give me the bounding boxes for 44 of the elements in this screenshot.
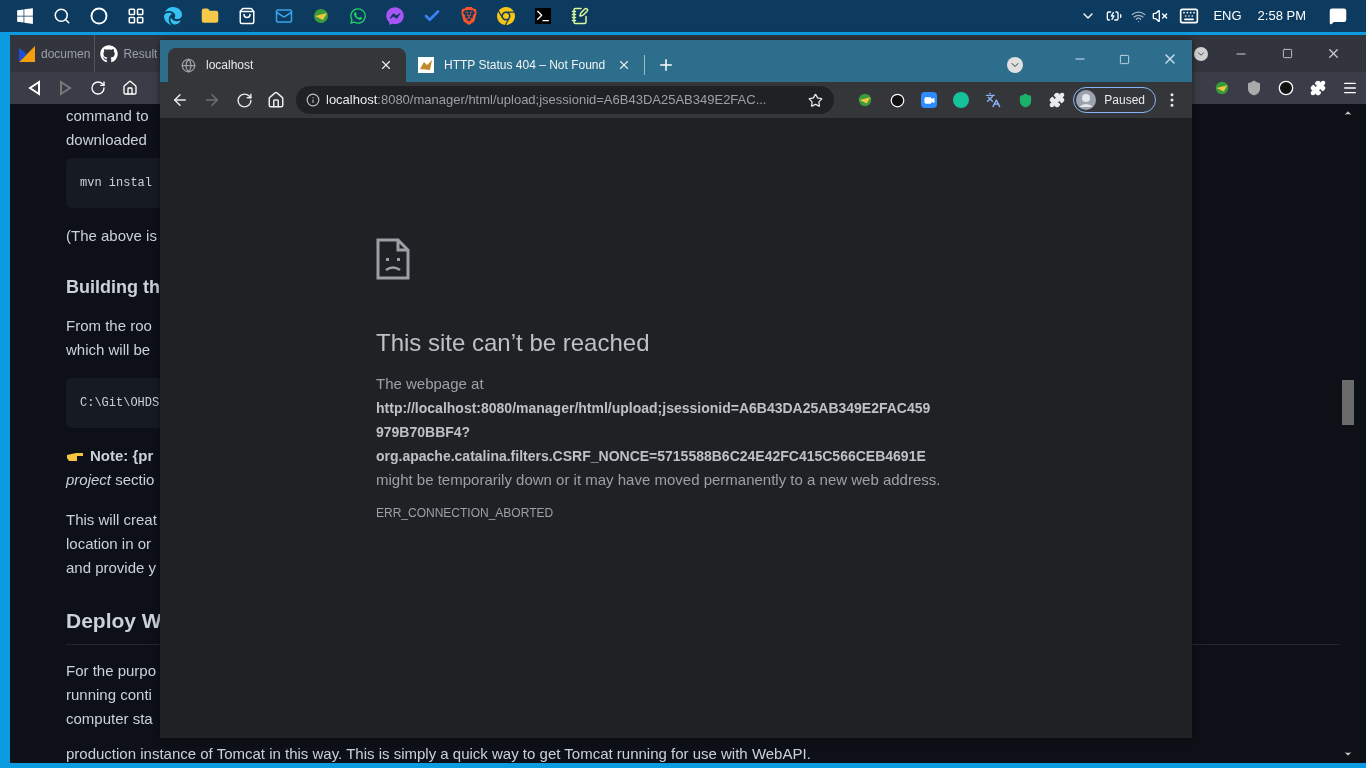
- error-description: The webpage at: [376, 374, 485, 394]
- paragraph-line: computer sta: [66, 709, 153, 729]
- info-icon[interactable]: [306, 93, 320, 107]
- dropdown-icon[interactable]: [1194, 46, 1208, 61]
- error-url: http://localhost:8080/manager/html/upload;jsessionid=A6B43DA25AB349E2FAC459: [376, 399, 932, 418]
- error-title: This site can’t be reached: [376, 328, 651, 358]
- error-code: ERR_CONNECTION_ABORTED: [376, 505, 555, 522]
- note-line: Note: {pr: [90, 446, 154, 466]
- section-title: Deploy W: [66, 609, 162, 632]
- note-line: project sectio: [66, 470, 155, 490]
- paragraph-line: downloaded: [66, 130, 147, 150]
- error-url: org.apache.catalina.filters.CSRF_NONCE=5715588B6C24E42FC415C566CEB4691E: [376, 447, 927, 466]
- browser-tab[interactable]: HTTP Status 404 – Not Found: [406, 48, 644, 82]
- cat-favicon-icon: [418, 57, 434, 73]
- dropdown-icon[interactable]: [1007, 57, 1023, 73]
- paragraph-line: production instance of Tomcat in this way. This is simply a quick way to get Tomcat running for use with WebAPI.: [66, 745, 811, 763]
- code-line: C:\Git\OHDS: [80, 395, 160, 412]
- error-description: might be temporarily down or it may have moved permanently to a new web address.: [376, 470, 942, 490]
- paragraph-line: This will creat: [66, 510, 157, 530]
- address-bar[interactable]: localhost:8080/manager/html/upload;jsessionid=A6B43DA25AB349E2FAC...: [296, 86, 834, 114]
- paragraph-line: For the purpo: [66, 661, 157, 681]
- paragraph-line: location in or: [66, 534, 152, 554]
- paragraph-line: which will be: [66, 340, 151, 360]
- scroll-down-icon[interactable]: [1343, 749, 1353, 759]
- error-url: 979B70BBF4?: [376, 423, 472, 442]
- paragraph-line: From the roo: [66, 316, 152, 336]
- code-line: mvn instal: [80, 175, 152, 192]
- language-indicator[interactable]: ENG: [1207, 6, 1248, 26]
- clock[interactable]: 2:58 PM: [1247, 6, 1316, 26]
- octocat-icon: [100, 44, 119, 63]
- browser-tab[interactable]: Result: [95, 35, 158, 72]
- scroll-up-icon[interactable]: [1343, 108, 1353, 118]
- paragraph-line: command to: [66, 106, 149, 126]
- sad-page-icon: [376, 238, 410, 280]
- star-icon[interactable]: [806, 91, 824, 109]
- paragraph-line: and provide y: [66, 558, 157, 578]
- avatar-icon: [1076, 90, 1097, 110]
- paragraph-line: (The above is: [66, 226, 157, 246]
- scrollbar-thumb[interactable]: [1342, 380, 1354, 425]
- section-heading: Building th: [66, 276, 160, 299]
- browser-tab[interactable]: localhost: [168, 48, 406, 82]
- paragraph-line: running conti: [66, 685, 152, 705]
- triangle-logo-icon: [18, 44, 36, 63]
- globe-icon: [180, 57, 196, 73]
